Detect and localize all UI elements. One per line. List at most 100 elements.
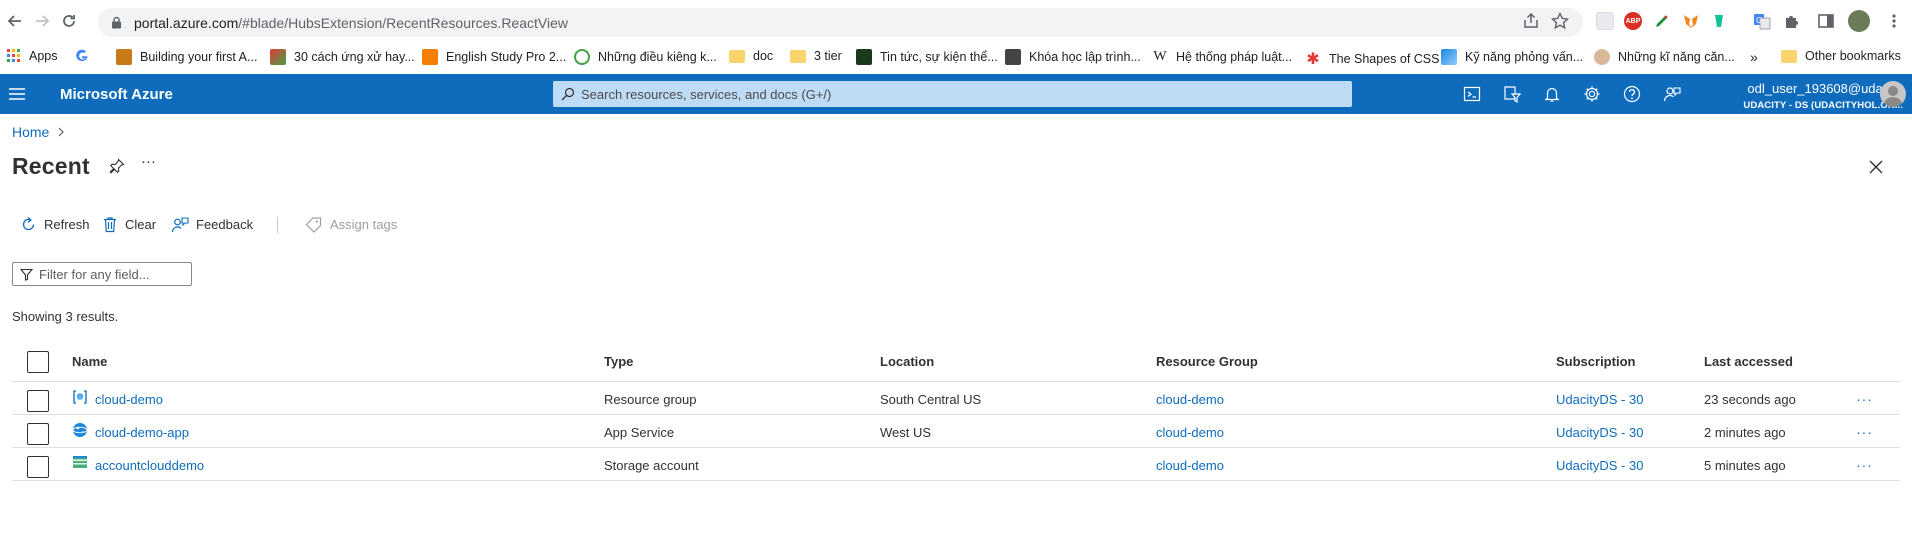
translate-extension-icon[interactable] <box>1710 12 1728 30</box>
svg-text:G: G <box>1756 16 1762 25</box>
overflow-chevron: » <box>1750 49 1758 65</box>
browser-menu-icon[interactable] <box>1886 12 1902 30</box>
resource-group-link[interactable]: cloud-demo <box>1156 425 1224 440</box>
column-header-location[interactable]: Location <box>880 354 934 369</box>
page-title: Recent <box>12 153 90 179</box>
subscription-link[interactable]: UdacityDS - 30 <box>1556 425 1643 440</box>
filter-input[interactable] <box>39 263 189 285</box>
row-checkbox[interactable] <box>27 423 49 445</box>
close-icon[interactable] <box>1866 157 1886 177</box>
settings-gear-icon[interactable] <box>1582 84 1602 104</box>
notifications-bell-icon[interactable] <box>1542 84 1562 104</box>
address-bar[interactable]: portal.azure.com/#blade/HubsExtension/Re… <box>98 8 1583 37</box>
column-header-type[interactable]: Type <box>604 354 633 369</box>
chevron-right-icon <box>57 127 65 137</box>
filter-box[interactable] <box>12 262 192 286</box>
share-icon[interactable] <box>1521 11 1541 31</box>
bookmark-label: English Study Pro 2... <box>446 50 567 64</box>
row-checkbox[interactable] <box>27 390 49 412</box>
row-checkbox[interactable] <box>27 456 49 478</box>
bookmark-label: Building your first A... <box>140 50 258 64</box>
assign-tags-button[interactable]: Assign tags <box>305 216 397 233</box>
bookmark-folder-3tier[interactable]: 3 tier <box>790 49 842 63</box>
star-icon[interactable] <box>1550 11 1570 31</box>
bookmark-label: Hệ thống pháp luật... <box>1176 50 1293 64</box>
pin-icon[interactable] <box>109 158 125 174</box>
profile-avatar-icon[interactable] <box>1848 10 1870 32</box>
cloud-shell-icon[interactable] <box>1462 84 1482 104</box>
bookmark-item[interactable]: Khóa học lập trình... <box>1005 49 1141 65</box>
google-translate-icon[interactable]: G <box>1753 12 1771 30</box>
feedback-button[interactable]: Feedback <box>171 216 253 233</box>
bookmark-item[interactable]: Những điều kiêng k... <box>574 49 717 65</box>
row-more-button[interactable]: ··· <box>1856 457 1873 473</box>
lock-icon <box>111 16 122 29</box>
assign-tags-label: Assign tags <box>330 217 398 232</box>
bookmark-item[interactable]: Những kĩ năng căn... <box>1594 49 1735 65</box>
refresh-button[interactable]: Refresh <box>20 216 90 233</box>
clear-button[interactable]: Clear <box>102 216 156 233</box>
bookmark-item[interactable]: English Study Pro 2... <box>422 49 566 65</box>
bookmark-label: Kỹ năng phỏng vấn... <box>1465 50 1584 64</box>
bookmark-favicon <box>856 49 872 65</box>
resource-name-link[interactable]: cloud-demo <box>95 392 163 407</box>
bookmarks-overflow[interactable]: » <box>1750 49 1758 65</box>
feedback-person-icon[interactable] <box>1662 84 1682 104</box>
hamburger-menu-icon[interactable] <box>8 86 26 102</box>
side-panel-icon[interactable] <box>1817 12 1835 30</box>
resource-name-link[interactable]: accountclouddemo <box>95 458 204 473</box>
bookmark-item[interactable]: Kỹ năng phỏng vấn... <box>1441 49 1583 65</box>
reload-icon[interactable] <box>60 12 78 30</box>
bookmark-google[interactable] <box>75 49 89 63</box>
command-separator <box>277 217 278 233</box>
storage-account-icon <box>72 454 88 470</box>
subscription-link[interactable]: UdacityDS - 30 <box>1556 458 1643 473</box>
clear-label: Clear <box>125 217 157 232</box>
column-header-name[interactable]: Name <box>72 354 107 369</box>
folder-icon <box>729 49 745 63</box>
select-all-checkbox[interactable] <box>27 351 49 373</box>
bookmark-item[interactable]: W Hệ thống pháp luật... <box>1152 49 1292 65</box>
resource-location: South Central US <box>880 392 982 407</box>
bookmark-apps[interactable]: Apps <box>7 49 58 63</box>
breadcrumb-home[interactable]: Home <box>12 124 49 140</box>
bookmark-item[interactable]: Tin tức, sự kiện thể... <box>856 49 998 65</box>
azure-brand[interactable]: Microsoft Azure <box>60 86 173 103</box>
bookmark-other[interactable]: Other bookmarks <box>1781 49 1901 63</box>
forward-arrow-icon[interactable] <box>33 12 51 30</box>
column-header-last-accessed[interactable]: Last accessed <box>1704 354 1793 369</box>
global-search[interactable] <box>553 81 1352 107</box>
back-arrow-icon[interactable] <box>6 12 24 30</box>
bookmark-item[interactable]: Building your first A... <box>116 49 257 65</box>
bookmark-item[interactable]: ✱ The Shapes of CSS <box>1305 49 1439 69</box>
resource-name-link[interactable]: cloud-demo-app <box>95 425 189 440</box>
column-header-resource-group[interactable]: Resource Group <box>1156 354 1258 369</box>
extension-blank-icon[interactable] <box>1596 12 1614 30</box>
avatar[interactable] <box>1880 81 1906 107</box>
resource-group-link[interactable]: cloud-demo <box>1156 392 1224 407</box>
row-more-button[interactable]: ··· <box>1856 391 1873 407</box>
row-more-button[interactable]: ··· <box>1856 424 1873 440</box>
bookmark-item[interactable]: 30 cách ứng xử hay... <box>270 49 415 65</box>
search-input[interactable] <box>581 81 1341 107</box>
pen-extension-icon[interactable] <box>1653 12 1671 30</box>
directory-filter-icon[interactable] <box>1502 84 1522 104</box>
more-options-button[interactable]: ··· <box>141 153 156 170</box>
table-row[interactable]: cloud-demo-app App Service West US cloud… <box>12 415 1900 448</box>
apps-grid-icon <box>7 49 21 63</box>
bookmark-label: Những điều kiêng k... <box>598 50 717 64</box>
adblock-icon[interactable]: ABP <box>1624 12 1642 30</box>
table-row[interactable]: cloud-demo Resource group South Central … <box>12 382 1900 415</box>
bookmark-folder-doc[interactable]: doc <box>729 49 773 63</box>
folder-icon <box>1781 49 1797 63</box>
help-question-icon[interactable] <box>1622 84 1642 104</box>
blogger-icon <box>422 49 438 65</box>
puzzle-extensions-icon[interactable] <box>1783 12 1801 30</box>
trash-icon <box>102 216 118 233</box>
table-row[interactable]: accountclouddemo Storage account cloud-d… <box>12 448 1900 481</box>
column-header-subscription[interactable]: Subscription <box>1556 354 1635 369</box>
bookmark-label: Những kĩ năng căn... <box>1618 50 1735 64</box>
subscription-link[interactable]: UdacityDS - 30 <box>1556 392 1643 407</box>
resource-group-link[interactable]: cloud-demo <box>1156 458 1224 473</box>
metamask-icon[interactable] <box>1682 12 1700 30</box>
